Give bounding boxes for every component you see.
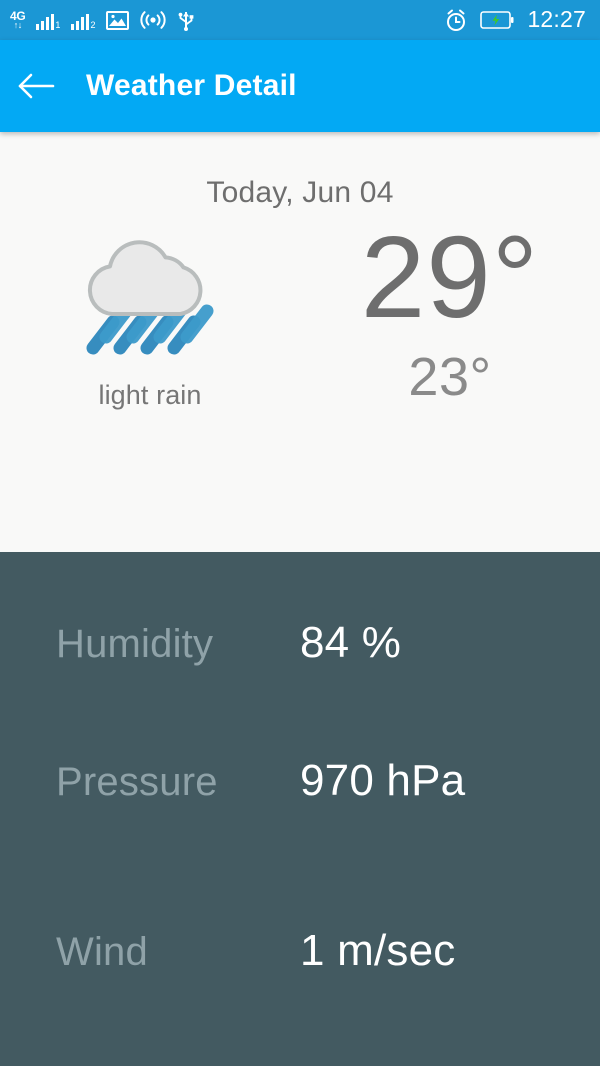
condition-label: light rain — [98, 380, 202, 410]
battery-charging-icon — [480, 11, 514, 29]
weather-details-panel: Humidity 84 % Pressure 970 hPa Wind 1 m/… — [0, 552, 600, 1066]
current-weather-panel: Today, Jun 04 light rain 29° 23° — [0, 132, 600, 552]
detail-row-humidity: Humidity 84 % — [0, 552, 600, 722]
wind-label: Wind — [56, 930, 148, 974]
detail-row-wind: Wind 1 m/sec — [0, 892, 600, 1062]
weather-detail-screen: 4G ↑↓ 1 2 12:27 Weather Detail Today, Ju… — [0, 0, 600, 1066]
humidity-label: Humidity — [56, 622, 214, 666]
alarm-icon — [447, 9, 466, 31]
back-button[interactable] — [0, 40, 72, 132]
signal-sim1-icon: 1 — [36, 10, 60, 30]
app-toolbar: Weather Detail — [0, 40, 600, 132]
pressure-label: Pressure — [56, 760, 218, 804]
back-arrow-icon — [18, 73, 55, 99]
rain-cloud-icon — [68, 236, 228, 366]
signal-bars-1 — [36, 14, 55, 30]
hotspot-icon — [140, 11, 167, 29]
status-bar-right-icons: 12:27 — [445, 0, 586, 40]
current-date: Today, Jun 04 — [206, 176, 394, 209]
4g-data-icon: 4G ↑↓ — [10, 10, 26, 30]
current-weather-row: light rain 29° 23° — [0, 219, 600, 411]
temperature-low: 23° — [408, 347, 492, 408]
wind-value: 1 m/sec — [300, 926, 456, 975]
data-transfer-arrows: ↑↓ — [13, 20, 23, 30]
temperature-block: 29° 23° — [300, 219, 600, 408]
pressure-value: 970 hPa — [300, 756, 466, 805]
page-title: Weather Detail — [86, 69, 297, 102]
gallery-image-icon — [106, 10, 130, 30]
status-bar-left-icons: 4G ↑↓ 1 2 — [10, 0, 195, 40]
detail-row-pressure: Pressure 970 hPa — [0, 722, 600, 892]
humidity-value: 84 % — [300, 618, 402, 667]
usb-icon — [179, 12, 194, 31]
condition-block: light rain — [0, 236, 300, 411]
signal-bars-2 — [71, 14, 90, 30]
sim1-label: 1 — [55, 20, 61, 30]
status-bar: 4G ↑↓ 1 2 12:27 — [0, 0, 600, 40]
status-bar-clock: 12:27 — [527, 6, 586, 32]
sim2-label: 2 — [90, 20, 96, 30]
signal-sim2-icon: 2 — [71, 10, 95, 30]
temperature-high: 29° — [360, 212, 540, 342]
